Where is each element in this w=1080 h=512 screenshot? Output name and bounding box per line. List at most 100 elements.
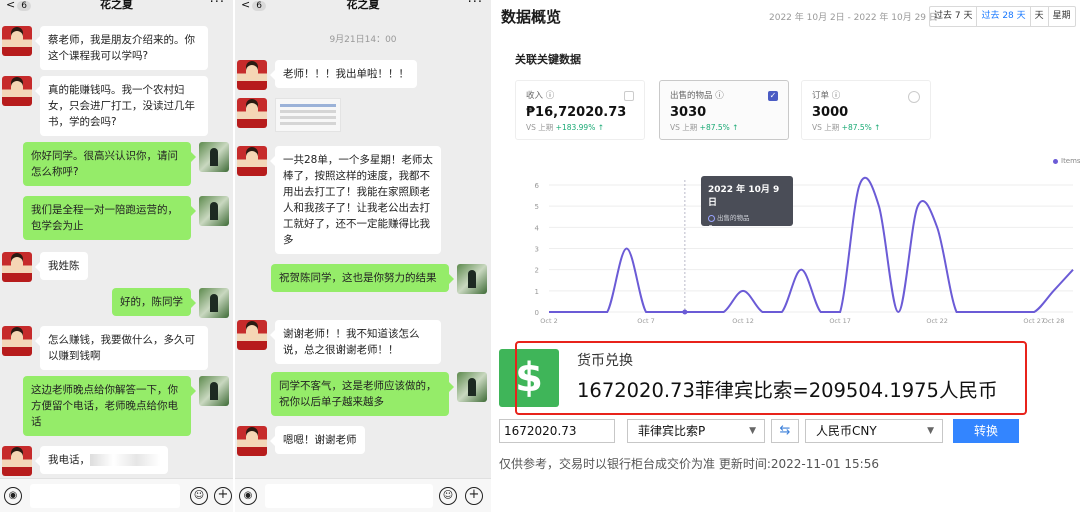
message-bubble: 嗯嗯！谢谢老师 (270, 426, 365, 454)
message-bubble: 我姓陈 (35, 252, 88, 280)
conversion-result: 1672020.73菲律宾比索=209504.1975人民币 (577, 379, 998, 402)
date-range: 2022 年 10月 2日 - 2022 年 10月 29 日 (769, 13, 938, 23)
message-item: 你好同学。很高兴认识你，请问怎么称呼? (15, 142, 229, 186)
to-currency-select[interactable]: 人民币CNY ▼ (805, 419, 943, 443)
more-icon[interactable]: ··· (210, 0, 225, 9)
message-bubble: 我们是全程一对一陪跑运营的，包学会为止 (23, 196, 196, 240)
data-point-highlight (682, 309, 688, 315)
convert-button[interactable]: 转换 (953, 419, 1019, 443)
converter-title: 货币兑换 (577, 353, 633, 369)
metric-label: 订单 ⓘ (812, 91, 841, 101)
y-tick-label: 2 (535, 267, 539, 275)
avatar[interactable] (457, 264, 487, 294)
avatar[interactable] (237, 426, 267, 456)
avatar[interactable] (237, 60, 267, 90)
message-item: 真的能赚钱吗。我一个农村妇女，只会进厂打工，没读过几年书，学的会吗? (2, 76, 216, 136)
message-bubble: 我电话， (35, 446, 168, 474)
plus-icon[interactable]: + (214, 487, 232, 505)
converter-form: 1672020.73 菲律宾比索P ▼ ⇆ 人民币CNY ▼ 转换 (499, 419, 1019, 443)
metric-card-orders[interactable]: 订单 ⓘ 3000 VS 上期 +87.5% ↑ (801, 80, 931, 140)
chat-header: <6 花之夏 ··· (0, 0, 233, 14)
avatar[interactable] (457, 372, 487, 402)
metric-compare: VS 上期 +183.99% ↑ (526, 123, 604, 132)
metric-label: 出售的物品 ⓘ (670, 91, 724, 101)
avatar[interactable] (2, 326, 32, 356)
message-item: 我们是全程一对一陪跑运营的，包学会为止 (15, 196, 229, 240)
section-title: 关联关键数据 (515, 53, 581, 66)
message-item: 蔡老师，我是朋友介绍来的。你这个课程我可以学吗? (2, 26, 216, 70)
screenshot-thumbnail[interactable] (275, 98, 341, 132)
tab-past-7-days[interactable]: 过去 7 天 (930, 7, 978, 26)
message-item: 老师！！！我出单啦！！！ (237, 60, 425, 90)
amount-input[interactable]: 1672020.73 (499, 419, 615, 443)
avatar[interactable] (199, 376, 229, 406)
x-tick-label: Oct 22 (926, 317, 948, 325)
voice-icon[interactable]: ◉ (239, 487, 257, 505)
swap-icon[interactable]: ⇆ (771, 419, 799, 443)
chat-header: <6 花之夏 ··· (235, 0, 491, 14)
disclaimer-text: 仅供参考，交易时以银行柜台成交价为准 更新时间:2022-11-01 15:56 (499, 457, 879, 471)
avatar[interactable] (199, 142, 229, 172)
message-bubble: 这边老师晚点给你解答一下，你方便留个电话，老师晚点给你电话 (23, 376, 196, 436)
message-bubble: 一共28单，一个多星期！老师太棒了，按照这样的速度，我都不用出去打工了！我能在家… (270, 146, 441, 254)
avatar[interactable] (2, 76, 32, 106)
page-title: 数据概览 (501, 8, 562, 26)
message-bubble: 同学不客气，这是老师应该做的，祝你以后单子越来越多 (271, 372, 454, 416)
metric-card-items-sold[interactable]: 出售的物品 ⓘ 3030 VS 上期 +87.5% ↑ ✓ (659, 80, 789, 140)
metric-value: 3030 (670, 105, 707, 120)
message-item (237, 98, 349, 132)
chevron-down-icon: ▼ (927, 426, 934, 436)
chat-window-right: <6 花之夏 ··· 9月21日14：00 老师！！！我出单啦！！！ 一共28单… (235, 0, 491, 512)
more-icon[interactable]: ··· (468, 0, 483, 9)
message-item: 嗯嗯！谢谢老师 (237, 426, 373, 456)
chevron-down-icon: ▼ (749, 426, 756, 436)
avatar[interactable] (237, 146, 267, 176)
voice-icon[interactable]: ◉ (4, 487, 22, 505)
metric-checkbox[interactable] (624, 91, 634, 101)
analytics-panel: 数据概览 2022 年 10月 2日 - 2022 年 10月 29 日 过去 … (493, 0, 1080, 512)
input-bar: ◉ ☺ + (0, 478, 233, 512)
tab-past-28-days[interactable]: 过去 28 天 (977, 7, 1031, 26)
chat-title: 花之夏 (100, 0, 133, 11)
timestamp: 9月21日14：00 (329, 35, 397, 45)
avatar[interactable] (2, 446, 32, 476)
avatar[interactable] (199, 196, 229, 226)
y-tick-label: 3 (535, 246, 539, 254)
message-item: 祝贺陈同学，这也是你努力的结果 (263, 264, 487, 294)
metric-value: 3000 (812, 105, 849, 120)
tooltip-value: 0 (708, 224, 714, 233)
y-tick-label: 4 (535, 224, 540, 232)
check-icon[interactable]: ✓ (768, 91, 778, 101)
message-bubble: 怎么赚钱，我要做什么，多久可以赚到钱啊 (35, 326, 208, 370)
from-currency-select[interactable]: 菲律宾比索P ▼ (627, 419, 765, 443)
x-tick-label: Oct 12 (732, 317, 754, 325)
message-input[interactable] (30, 484, 180, 508)
y-tick-label: 5 (535, 203, 539, 211)
avatar[interactable] (237, 98, 267, 128)
message-item: 一共28单，一个多星期！老师太棒了，按照这样的速度，我都不用出去打工了！我能在家… (237, 146, 449, 254)
message-bubble: 老师！！！我出单啦！！！ (270, 60, 417, 88)
avatar[interactable] (2, 26, 32, 56)
chart-tooltip: 2022 年 10月 9 日 出售的物品 0 (701, 176, 793, 233)
metric-compare: VS 上期 +87.5% ↑ (812, 123, 881, 132)
message-item: 好的，陈同学 (104, 288, 229, 318)
message-item: 我姓陈 (2, 252, 96, 282)
tab-week[interactable]: 星期 (1049, 7, 1075, 26)
emoji-icon[interactable]: ☺ (190, 487, 208, 505)
chat-title: 花之夏 (346, 0, 380, 11)
message-item: 同学不客气，这是老师应该做的，祝你以后单子越来越多 (263, 372, 487, 416)
emoji-icon[interactable]: ☺ (439, 487, 457, 505)
avatar[interactable] (199, 288, 229, 318)
avatar[interactable] (2, 252, 32, 282)
message-bubble: 好的，陈同学 (112, 288, 196, 316)
message-bubble: 真的能赚钱吗。我一个农村妇女，只会进厂打工，没读过几年书，学的会吗? (35, 76, 208, 136)
message-input[interactable] (265, 484, 433, 508)
plus-icon[interactable]: + (465, 487, 483, 505)
metric-checkbox[interactable] (908, 91, 920, 103)
tab-day[interactable]: 天 (1031, 7, 1049, 26)
x-tick-label: Oct 7 (637, 317, 654, 325)
message-item: 我电话， (2, 446, 176, 476)
metric-card-revenue[interactable]: 收入 ⓘ ₱16,72020.73 VS 上期 +183.99% ↑ (515, 80, 645, 140)
avatar[interactable] (237, 320, 267, 350)
message-item: 怎么赚钱，我要做什么，多久可以赚到钱啊 (2, 326, 216, 370)
